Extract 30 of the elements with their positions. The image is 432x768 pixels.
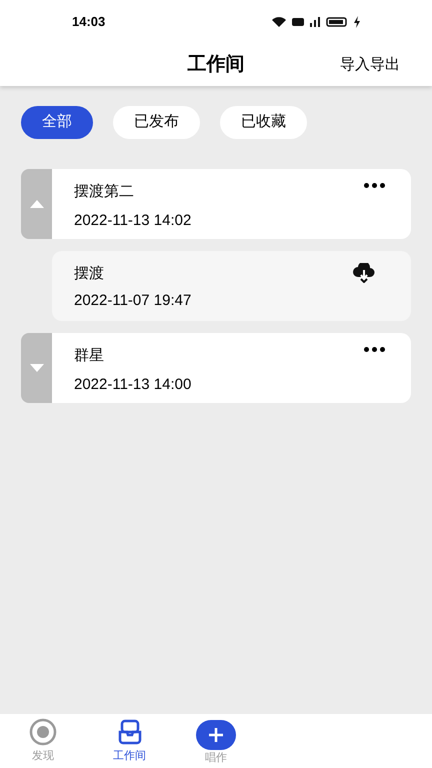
wifi-icon — [272, 17, 286, 27]
expand-handle[interactable] — [21, 169, 52, 239]
more-icon[interactable] — [364, 183, 385, 189]
project-card[interactable]: 摆渡第二 2022-11-13 14:02 — [52, 169, 411, 239]
nav-tab[interactable]: 工作间 — [86, 714, 173, 768]
version-title: 摆渡 — [74, 264, 105, 284]
project-time: 2022-11-13 14:00 — [74, 374, 192, 394]
hd-icon — [292, 18, 304, 26]
more-icon[interactable] — [364, 347, 385, 353]
project-card[interactable]: 群星 2022-11-13 14:00 — [52, 333, 411, 403]
project-title: 群星 — [74, 346, 105, 366]
eye-icon — [29, 718, 58, 746]
filter-chip[interactable]: 已发布 — [113, 106, 200, 139]
cloud-download-icon[interactable] — [353, 263, 375, 283]
import-export-link[interactable]: 导入导出 — [340, 54, 400, 76]
battery-icon — [326, 17, 348, 27]
project-title: 摆渡第二 — [74, 182, 135, 202]
filter-chip[interactable]: 全部 — [21, 106, 93, 139]
expand-handle[interactable] — [21, 333, 52, 403]
status-time: 14:03 — [72, 13, 106, 32]
caret-up-icon — [30, 200, 44, 208]
signal-icon — [310, 17, 320, 27]
page-title: 工作间 — [188, 52, 244, 77]
plus-icon — [196, 720, 236, 750]
project-time: 2022-11-13 14:02 — [74, 210, 192, 230]
charging-icon — [354, 16, 360, 28]
caret-down-icon — [30, 364, 44, 372]
version-time: 2022-11-07 19:47 — [74, 290, 192, 310]
filter-chip[interactable]: 已收藏 — [220, 106, 307, 139]
version-card[interactable]: 摆渡 2022-11-07 19:47 — [52, 251, 411, 321]
